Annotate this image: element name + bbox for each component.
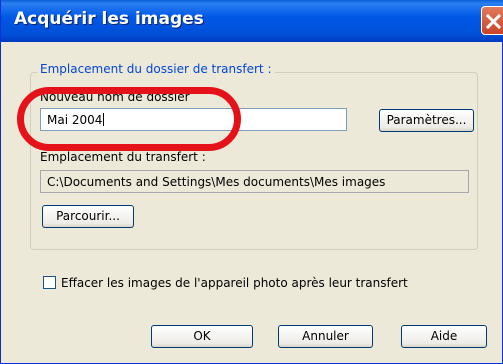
transfer-location-field: C:\Documents and Settings\Mes documents\… bbox=[40, 170, 469, 193]
title-bar: Acquérir les images bbox=[1, 0, 503, 42]
close-button[interactable] bbox=[481, 6, 503, 35]
close-icon bbox=[486, 14, 501, 29]
settings-button[interactable]: Paramètres... bbox=[379, 109, 474, 132]
red-highlight-circle bbox=[17, 87, 241, 151]
browse-button[interactable]: Parcourir... bbox=[42, 205, 134, 228]
transfer-location-label: Emplacement du transfert : bbox=[40, 150, 206, 164]
delete-after-transfer-checkbox[interactable] bbox=[43, 276, 56, 289]
group-title: Emplacement du dossier de transfert : bbox=[37, 62, 275, 76]
help-button[interactable]: Aide bbox=[401, 325, 487, 348]
delete-after-transfer-label[interactable]: Effacer les images de l'appareil photo a… bbox=[61, 276, 408, 290]
dialog-title: Acquérir les images bbox=[14, 9, 204, 29]
ok-button[interactable]: OK bbox=[151, 325, 253, 348]
cancel-button[interactable]: Annuler bbox=[278, 325, 373, 348]
dialog-window: Acquérir les images Emplacement du dossi… bbox=[0, 0, 503, 364]
